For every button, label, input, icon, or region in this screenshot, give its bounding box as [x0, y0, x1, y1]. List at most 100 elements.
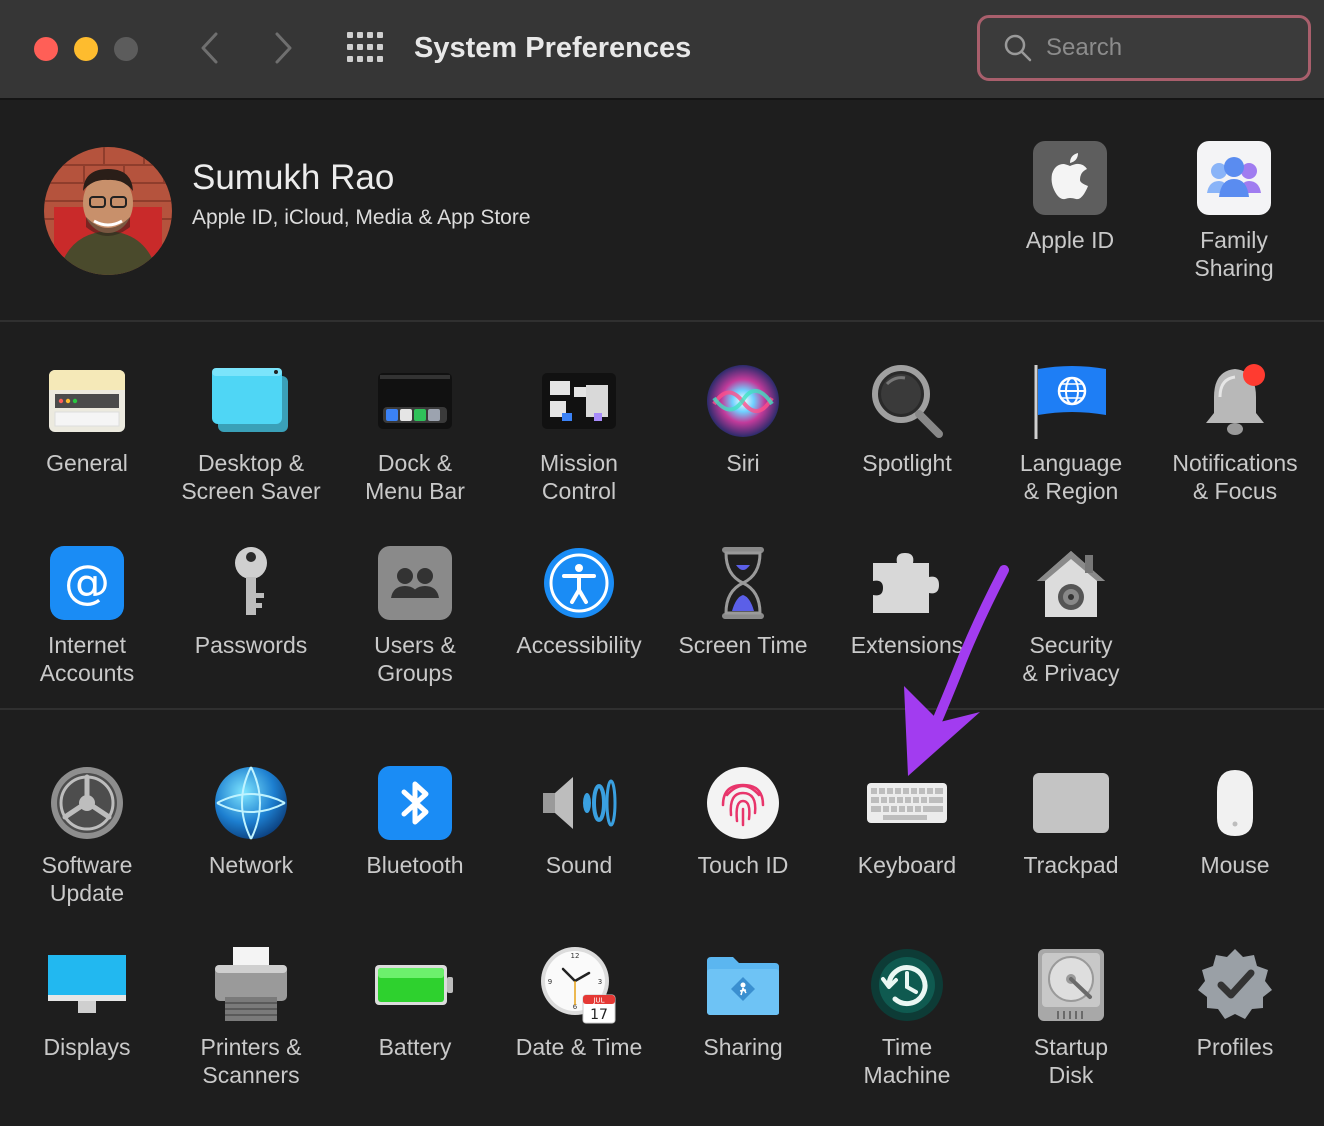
back-button[interactable] [192, 28, 226, 68]
pane-label: Battery [378, 1034, 452, 1060]
pane-label: Mission Control [540, 450, 618, 504]
pane-label: Spotlight [862, 450, 952, 476]
pane-label: Passwords [194, 632, 308, 658]
calendar-month: JUL [592, 997, 604, 1005]
pref-pane-notifications-focus[interactable]: Notifications & Focus [1153, 361, 1317, 505]
calendar-day: 17 [590, 1007, 608, 1023]
pref-pane-date-time[interactable]: 12 6 3 9 JUL 17 Date & Time [497, 945, 661, 1061]
pane-label: Mouse [1200, 852, 1270, 878]
pref-pane-network[interactable]: Network [169, 763, 333, 879]
pane-label: Screen Time [678, 632, 808, 658]
sharing-icon [703, 945, 783, 1025]
pref-pane-profiles[interactable]: Profiles [1153, 945, 1317, 1061]
minimize-window-button[interactable] [74, 37, 98, 61]
pref-pane-software-update[interactable]: Software Update [5, 763, 169, 907]
pane-label: Internet Accounts [39, 632, 135, 686]
screen-time-icon [703, 543, 783, 623]
pref-pane-desktop-screen-saver[interactable]: Desktop & Screen Saver [169, 361, 333, 505]
svg-text:12: 12 [571, 952, 580, 960]
pref-pane-mouse[interactable]: Mouse [1153, 763, 1317, 879]
account-section: Sumukh Rao Apple ID, iCloud, Media & App… [0, 102, 1324, 322]
forward-button[interactable] [267, 28, 301, 68]
zoom-window-button[interactable] [114, 37, 138, 61]
pane-label: Sharing [703, 1034, 783, 1060]
pref-pane-battery[interactable]: Battery [333, 945, 497, 1061]
touch-id-icon [703, 763, 783, 843]
search-field[interactable] [977, 15, 1311, 81]
bluetooth-icon [375, 763, 455, 843]
pane-label: Desktop & Screen Saver [181, 450, 321, 504]
pref-pane-siri[interactable]: Siri [661, 361, 825, 477]
family-sharing-icon [1194, 138, 1274, 218]
pref-pane-time-machine[interactable]: Time Machine [825, 945, 989, 1089]
pane-label: Startup Disk [1033, 1034, 1109, 1088]
pref-pane-sound[interactable]: Sound [497, 763, 661, 879]
pane-label: Language & Region [1019, 450, 1123, 504]
pref-pane-spotlight[interactable]: Spotlight [825, 361, 989, 477]
pref-pane-internet-accounts[interactable]: @ Internet Accounts [5, 543, 169, 687]
pane-label: Trackpad [1023, 852, 1119, 878]
pref-pane-dock-menu-bar[interactable]: Dock & Menu Bar [333, 361, 497, 505]
annotation-arrow-icon [904, 565, 1009, 776]
pref-pane-apple-id[interactable]: Apple ID [988, 138, 1152, 254]
pref-pane-touch-id[interactable]: Touch ID [661, 763, 825, 879]
close-window-button[interactable] [34, 37, 58, 61]
pane-label: Printers & Scanners [200, 1034, 302, 1088]
language-region-icon [1031, 361, 1111, 441]
pref-pane-bluetooth[interactable]: Bluetooth [333, 763, 497, 879]
notifications-focus-icon [1195, 361, 1275, 441]
spotlight-icon [867, 361, 947, 441]
chevron-right-icon [275, 32, 292, 64]
accessibility-icon [539, 543, 619, 623]
search-icon [1004, 34, 1032, 62]
battery-icon [375, 945, 455, 1025]
pref-pane-screen-time[interactable]: Screen Time [661, 543, 825, 659]
pane-label: Time Machine [863, 1034, 951, 1088]
avatar[interactable] [44, 147, 172, 275]
dock-menu-bar-icon [375, 361, 455, 441]
pane-label: Accessibility [516, 632, 642, 658]
pane-label: Dock & Menu Bar [365, 450, 465, 504]
pane-label: General [46, 450, 128, 476]
users-groups-icon [375, 543, 455, 623]
pane-label: Bluetooth [366, 852, 464, 878]
network-icon [211, 763, 291, 843]
pane-label: Displays [43, 1034, 131, 1060]
pref-pane-printers-scanners[interactable]: Printers & Scanners [169, 945, 333, 1089]
internet-accounts-icon: @ [47, 543, 127, 623]
pane-label: Network [208, 852, 294, 878]
pane-label: Notifications & Focus [1172, 450, 1298, 504]
date-time-icon: 12 6 3 9 JUL 17 [539, 945, 619, 1025]
siri-icon [703, 361, 783, 441]
desktop-screen-saver-icon [211, 361, 291, 441]
displays-icon [47, 945, 127, 1025]
profile-photo [44, 147, 172, 275]
pref-pane-users-groups[interactable]: Users & Groups [333, 543, 497, 687]
pref-pane-sharing[interactable]: Sharing [661, 945, 825, 1061]
pane-label: Keyboard [857, 852, 957, 878]
pane-label: Apple ID [1025, 227, 1115, 253]
show-all-button[interactable] [345, 30, 385, 66]
pref-pane-passwords[interactable]: Passwords [169, 543, 333, 659]
trackpad-icon [1031, 763, 1111, 843]
pane-label: Siri [726, 450, 760, 476]
svg-text:9: 9 [548, 978, 552, 986]
grid-icon [347, 32, 383, 62]
pref-pane-startup-disk[interactable]: Startup Disk [989, 945, 1153, 1089]
pane-label: Family Sharing [1194, 227, 1274, 281]
pane-label: Touch ID [697, 852, 789, 878]
pref-pane-language-region[interactable]: Language & Region [989, 361, 1153, 505]
sound-icon [539, 763, 619, 843]
title-bar: System Preferences [0, 0, 1324, 100]
account-name: Sumukh Rao [192, 158, 395, 197]
pref-pane-displays[interactable]: Displays [5, 945, 169, 1061]
search-input[interactable] [1046, 34, 1286, 62]
svg-text:@: @ [64, 555, 110, 609]
pref-pane-mission-control[interactable]: Mission Control [497, 361, 661, 505]
pref-pane-family-sharing[interactable]: Family Sharing [1152, 138, 1316, 282]
pane-label: Software Update [41, 852, 133, 906]
pref-pane-accessibility[interactable]: Accessibility [497, 543, 661, 659]
general-icon [47, 361, 127, 441]
startup-disk-icon [1031, 945, 1111, 1025]
pref-pane-general[interactable]: General [5, 361, 169, 477]
